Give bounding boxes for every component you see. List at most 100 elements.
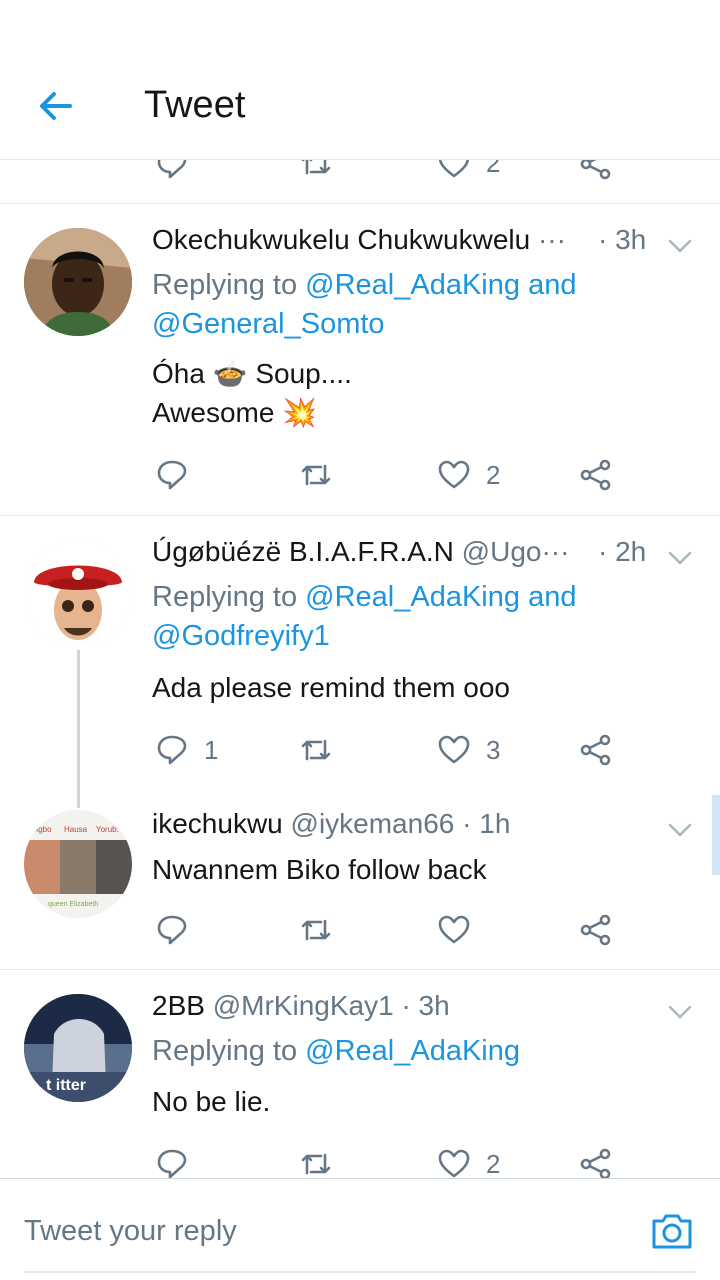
replying-to: Replying to @Real_AdaKing	[152, 1035, 521, 1067]
like-button[interactable]	[432, 908, 476, 952]
display-name[interactable]: 2BB	[152, 990, 205, 1021]
heart-icon	[438, 460, 470, 489]
scrollbar[interactable]	[712, 795, 720, 875]
reply-button[interactable]	[150, 908, 194, 952]
heart-icon	[438, 735, 470, 764]
like-count: 2	[486, 160, 501, 178]
tweet[interactable]: Okechukwukelu Chukwukwelu ··· · 3h Reply…	[0, 204, 720, 516]
like-button[interactable]	[432, 453, 476, 497]
timestamp: · 3h	[401, 990, 450, 1021]
avatar-photo	[24, 228, 132, 336]
retweet-icon	[301, 464, 331, 486]
previous-tweet-actions: 2	[0, 160, 720, 204]
avatar-caption: Igbo	[36, 825, 52, 834]
tweet-body: Nwannem Biko follow back	[152, 854, 487, 885]
avatar-caption: Yorub.	[96, 825, 119, 834]
avatar[interactable]	[24, 228, 132, 336]
tweet-menu-button[interactable]	[664, 230, 696, 262]
page-title: Tweet	[144, 84, 246, 126]
retweet-icon	[301, 739, 331, 761]
chevron-down-icon	[668, 239, 692, 253]
display-name[interactable]: ikechukwu	[152, 808, 283, 839]
mention-link[interactable]: @General_Somto	[152, 308, 385, 340]
replying-to: Replying to @Real_AdaKing and @Godfreyif…	[152, 581, 577, 652]
mention-link[interactable]: @Real_AdaKing	[305, 581, 520, 613]
retweet-icon	[301, 160, 331, 175]
camera-button[interactable]	[648, 1207, 696, 1255]
avatar-photo	[24, 540, 132, 648]
share-icon	[580, 459, 611, 491]
chevron-down-icon	[668, 823, 692, 837]
mention-link[interactable]: @Godfreyify1	[152, 620, 330, 652]
avatar-caption: queen Elizabeth	[48, 901, 98, 908]
retweet-button[interactable]	[294, 908, 338, 952]
input-underline	[24, 1271, 696, 1273]
app-header: Tweet	[0, 0, 720, 160]
reply-icon	[157, 735, 187, 765]
reply-button[interactable]	[150, 453, 194, 497]
share-icon	[580, 160, 611, 180]
reply-icon	[157, 160, 187, 179]
thread-connector	[77, 650, 80, 808]
avatar[interactable]: t itter	[24, 994, 132, 1102]
retweet-button[interactable]	[294, 728, 338, 772]
tweet-menu-button[interactable]	[664, 542, 696, 574]
handle: @Ugo···	[461, 536, 570, 567]
reply-button[interactable]	[150, 728, 194, 772]
tweet-body: Ada please remind them ooo	[152, 672, 510, 703]
like-button[interactable]	[432, 160, 476, 186]
reply-icon	[157, 915, 187, 945]
retweet-button[interactable]	[294, 160, 338, 186]
like-count: 2	[486, 460, 501, 490]
avatar-caption: Hausa	[64, 825, 88, 834]
tweet-menu-button[interactable]	[664, 814, 696, 846]
handle: @MrKingKay1	[212, 990, 394, 1021]
chevron-down-icon	[668, 551, 692, 565]
reply-button[interactable]	[150, 160, 194, 186]
handle: @iykeman66	[290, 808, 455, 839]
avatar-photo: Igbo Hausa Yorub. queen Elizabeth	[24, 810, 132, 918]
timestamp: · 2h	[598, 536, 647, 567]
retweet-icon	[301, 1153, 331, 1175]
back-button[interactable]	[30, 80, 82, 132]
reply-icon	[157, 1149, 187, 1179]
tweet-header: Okechukwukelu Chukwukwelu ···	[152, 224, 566, 256]
camera-icon	[652, 1214, 692, 1249]
mention-link[interactable]: @Real_AdaKing	[305, 269, 520, 301]
tweet-header: ikechukwu @iykeman66 · 1h	[152, 808, 510, 840]
tweet[interactable]: t itter 2BB @MrKingKay1 · 3h Replying to…	[0, 970, 720, 1180]
reply-count: 1	[204, 735, 219, 765]
tweet-body: Óha 🍲 Soup.... Awesome 💥	[152, 358, 352, 428]
replying-to: Replying to @Real_AdaKing and @General_S…	[152, 269, 577, 340]
mention-link[interactable]: @Real_AdaKing	[305, 1035, 520, 1067]
display-name[interactable]: Okechukwukelu Chukwukwelu	[152, 224, 530, 255]
share-icon	[580, 1148, 611, 1180]
share-icon	[580, 734, 611, 766]
arrow-left-icon	[40, 92, 72, 120]
share-icon	[580, 914, 611, 946]
avatar-photo: t itter	[24, 994, 132, 1102]
like-button[interactable]	[432, 728, 476, 772]
avatar[interactable]	[24, 540, 132, 648]
timestamp: · 3h	[598, 224, 647, 255]
heart-icon	[438, 915, 470, 944]
tweet-body: No be lie.	[152, 1086, 271, 1117]
display-name[interactable]: Úgøbüézë B.I.A.F.R.A.N	[152, 536, 454, 567]
chevron-down-icon	[668, 1005, 692, 1019]
share-button[interactable]	[574, 453, 618, 497]
share-button[interactable]	[574, 160, 618, 186]
avatar[interactable]: Igbo Hausa Yorub. queen Elizabeth	[24, 810, 132, 918]
retweet-icon	[301, 919, 331, 941]
share-button[interactable]	[574, 728, 618, 772]
tweet-menu-button[interactable]	[664, 996, 696, 1028]
like-count: 3	[486, 735, 501, 765]
handle: ···	[537, 224, 566, 255]
reply-input[interactable]: Tweet your reply	[24, 1215, 237, 1248]
retweet-button[interactable]	[294, 453, 338, 497]
reply-icon	[157, 460, 187, 490]
tweet-header: Úgøbüézë B.I.A.F.R.A.N @Ugo···	[152, 536, 569, 568]
share-button[interactable]	[574, 908, 618, 952]
reply-composer: Tweet your reply	[0, 1178, 720, 1280]
like-count: 2	[486, 1149, 501, 1179]
timestamp: · 1h	[462, 808, 511, 839]
